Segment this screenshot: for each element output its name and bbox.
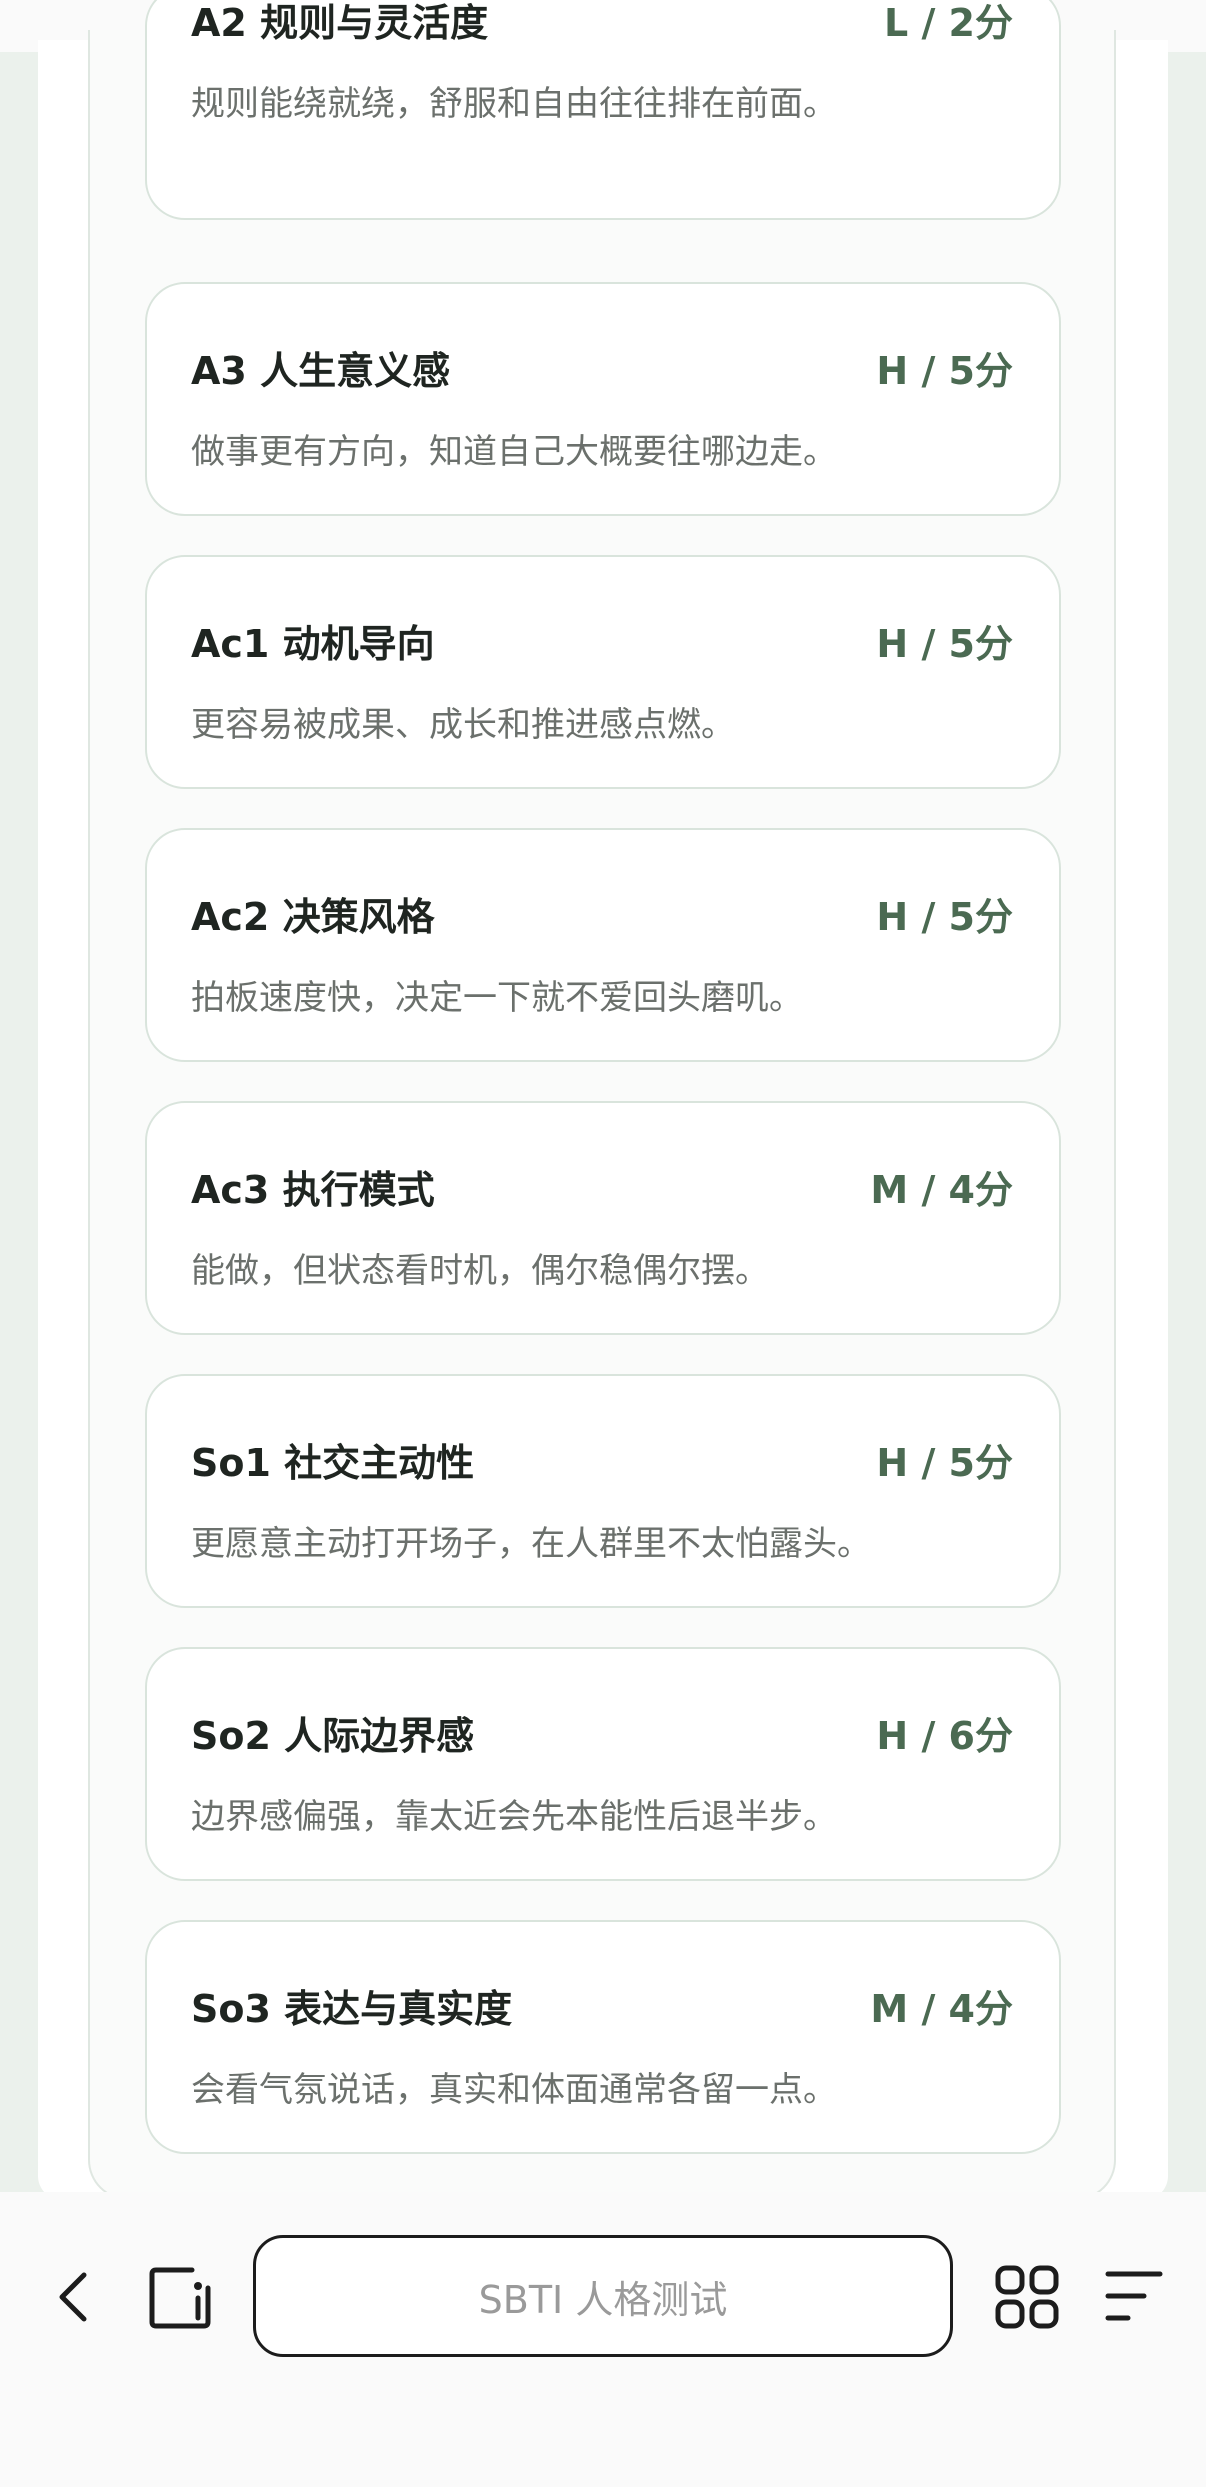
dimension-title: Ac1 动机导向 (191, 622, 435, 666)
dimension-description: 做事更有方向，知道自己大概要往哪边走。 (191, 432, 837, 472)
dimension-item: So3 表达与真实度 M / 4分 会看气氛说话，真实和体面通常各留一点。 (145, 1920, 1061, 2154)
dimension-description: 更容易被成果、成长和推进感点燃。 (191, 705, 735, 745)
dimension-title: So2 人际边界感 (191, 1714, 475, 1758)
dimension-item: Ac1 动机导向 H / 5分 更容易被成果、成长和推进感点燃。 (145, 555, 1061, 789)
dimension-score: H / 5分 (876, 349, 1013, 393)
chevron-left-icon[interactable] (50, 2267, 100, 2327)
dimension-description: 能做，但状态看时机，偶尔稳偶尔摆。 (191, 1251, 769, 1291)
dimension-title: So3 表达与真实度 (191, 1987, 513, 2031)
dimension-item: A3 人生意义感 H / 5分 做事更有方向，知道自己大概要往哪边走。 (145, 282, 1061, 516)
dimension-score: L / 2分 (884, 1, 1013, 45)
address-bar[interactable]: SBTI 人格测试 (253, 2235, 953, 2357)
tab-icon[interactable] (148, 2266, 214, 2330)
dimension-item: So1 社交主动性 H / 5分 更愿意主动打开场子，在人群里不太怕露头。 (145, 1374, 1061, 1608)
dimension-score: M / 4分 (870, 1168, 1013, 1212)
dimension-score: M / 4分 (870, 1987, 1013, 2031)
dimension-description: 更愿意主动打开场子，在人群里不太怕露头。 (191, 1524, 871, 1564)
menu-icon[interactable] (1104, 2268, 1164, 2324)
dimension-description: 规则能绕就绕，舒服和自由往往排在前面。 (191, 84, 837, 124)
dimension-title: Ac3 执行模式 (191, 1168, 435, 1212)
dimension-title: Ac2 决策风格 (191, 895, 435, 939)
grid-icon[interactable] (994, 2264, 1060, 2330)
dimension-item: A2 规则与灵活度 L / 2分 规则能绕就绕，舒服和自由往往排在前面。 (145, 0, 1061, 220)
dimension-item: Ac3 执行模式 M / 4分 能做，但状态看时机，偶尔稳偶尔摆。 (145, 1101, 1061, 1335)
dimension-item: Ac2 决策风格 H / 5分 拍板速度快，决定一下就不爱回头磨叽。 (145, 828, 1061, 1062)
dimension-score: H / 5分 (876, 895, 1013, 939)
dimension-title: So1 社交主动性 (191, 1441, 475, 1485)
page: A2 规则与灵活度 L / 2分 规则能绕就绕，舒服和自由往往排在前面。 A3 … (0, 0, 1206, 2487)
dimension-description: 拍板速度快，决定一下就不爱回头磨叽。 (191, 978, 803, 1018)
browser-toolbar: SBTI 人格测试 (0, 2192, 1206, 2487)
dimension-description: 边界感偏强，靠太近会先本能性后退半步。 (191, 1797, 837, 1837)
dimension-description: 会看气氛说话，真实和体面通常各留一点。 (191, 2070, 837, 2110)
dimension-score: H / 5分 (876, 622, 1013, 666)
dimension-score: H / 5分 (876, 1441, 1013, 1485)
dimension-score: H / 6分 (876, 1714, 1013, 1758)
dimension-title: A3 人生意义感 (191, 349, 451, 393)
address-text: SBTI 人格测试 (478, 2277, 728, 2322)
dimension-title: A2 规则与灵活度 (191, 1, 489, 45)
dimension-item: So2 人际边界感 H / 6分 边界感偏强，靠太近会先本能性后退半步。 (145, 1647, 1061, 1881)
